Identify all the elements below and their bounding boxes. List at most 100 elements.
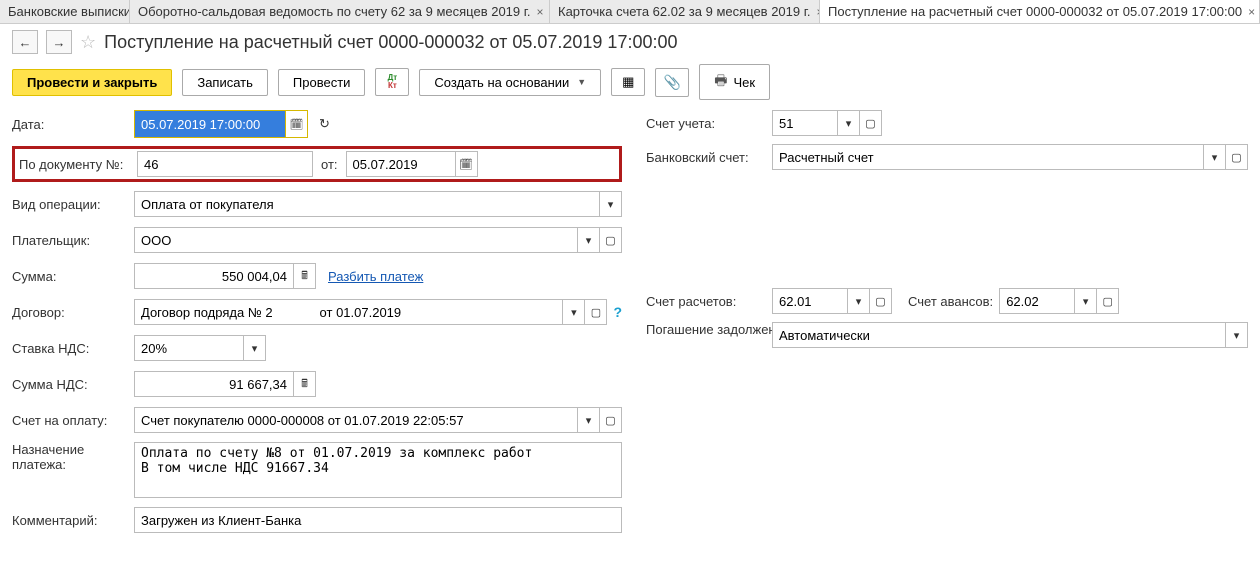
- open-ref-icon[interactable]: ▢: [1097, 288, 1119, 314]
- label-vat-rate: Ставка НДС:: [12, 341, 134, 356]
- advance-acc-input[interactable]: [999, 288, 1075, 314]
- row-account: Счет учета: ▾ ▢: [646, 110, 1248, 136]
- payer-group: ▾ ▢: [134, 227, 622, 253]
- op-type-input[interactable]: [134, 191, 600, 217]
- row-bank-acc: Банковский счет: ▾ ▢: [646, 144, 1248, 170]
- invoice-input[interactable]: [134, 407, 578, 433]
- comment-input[interactable]: [134, 507, 622, 533]
- refresh-icon[interactable]: ↻: [318, 115, 342, 133]
- vat-sum-group: 🖩: [134, 371, 316, 397]
- chevron-down-icon[interactable]: ▾: [244, 335, 266, 361]
- tab-label: Поступление на расчетный счет 0000-00003…: [828, 4, 1242, 19]
- settlement-acc-group: ▾ ▢: [772, 288, 892, 314]
- tab-label: Банковские выписки: [8, 4, 130, 19]
- row-invoice: Счет на оплату: ▾ ▢: [12, 406, 622, 434]
- form-left-column: Дата: 🗓 ↻ По документу №: от: 🗓 Вид опер…: [12, 110, 622, 542]
- split-payment-link[interactable]: Разбить платеж: [328, 269, 423, 284]
- vat-sum-input[interactable]: [134, 371, 294, 397]
- help-icon[interactable]: ?: [613, 304, 622, 320]
- payer-input[interactable]: [134, 227, 578, 253]
- attach-button[interactable]: 📎: [655, 68, 689, 97]
- label-op-type: Вид операции:: [12, 197, 134, 212]
- invoice-group: ▾ ▢: [134, 407, 622, 433]
- open-ref-icon[interactable]: ▢: [600, 227, 622, 253]
- tab-current-doc[interactable]: Поступление на расчетный счет 0000-00003…: [820, 0, 1260, 23]
- label-advance-acc: Счет авансов:: [908, 294, 993, 309]
- cheque-button[interactable]: 🖶 Чек: [699, 64, 770, 100]
- dtkt-icon: ДтКт: [388, 74, 398, 90]
- sum-group: 🖩: [134, 263, 316, 289]
- chevron-down-icon[interactable]: ▾: [1226, 322, 1248, 348]
- header: ← → ☆ Поступление на расчетный счет 0000…: [0, 24, 1260, 60]
- calendar-icon[interactable]: 🗓: [456, 151, 478, 177]
- tab-osv[interactable]: Оборотно-сальдовая ведомость по счету 62…: [130, 0, 550, 23]
- label-from: от:: [321, 157, 338, 172]
- calculator-icon[interactable]: 🖩: [294, 371, 316, 397]
- post-button[interactable]: Провести: [278, 69, 366, 96]
- op-type-group: ▾: [134, 191, 622, 217]
- dtkt-button[interactable]: ДтКт: [375, 68, 409, 96]
- nav-back-button[interactable]: ←: [12, 30, 38, 54]
- open-ref-icon[interactable]: ▢: [870, 288, 892, 314]
- chevron-down-icon[interactable]: ▾: [838, 110, 860, 136]
- label-doc-no: По документу №:: [19, 157, 137, 172]
- chevron-down-icon[interactable]: ▾: [600, 191, 622, 217]
- vat-rate-group: ▾: [134, 335, 266, 361]
- form-right-column: Счет учета: ▾ ▢ Банковский счет: ▾ ▢ Сче…: [646, 110, 1248, 542]
- chevron-down-icon[interactable]: ▾: [1075, 288, 1097, 314]
- account-input[interactable]: [772, 110, 838, 136]
- chevron-down-icon[interactable]: ▾: [563, 299, 585, 325]
- form-area: Дата: 🗓 ↻ По документу №: от: 🗓 Вид опер…: [0, 110, 1260, 542]
- row-contract: Договор: ▾ ▢ ?: [12, 298, 622, 326]
- label-comment: Комментарий:: [12, 513, 134, 528]
- star-icon[interactable]: ☆: [80, 32, 96, 53]
- doc-no-input[interactable]: [137, 151, 313, 177]
- account-group: ▾ ▢: [772, 110, 882, 136]
- nav-forward-button[interactable]: →: [46, 30, 72, 54]
- row-purpose: Назначение платежа:: [12, 442, 622, 498]
- label-date: Дата:: [12, 117, 134, 132]
- tab-bank-statements[interactable]: Банковские выписки ×: [0, 0, 130, 23]
- settlement-acc-input[interactable]: [772, 288, 848, 314]
- label-account: Счет учета:: [646, 116, 766, 131]
- printer-icon: 🖶: [714, 70, 727, 94]
- contract-input[interactable]: [134, 299, 563, 325]
- tab-card[interactable]: Карточка счета 62.02 за 9 месяцев 2019 г…: [550, 0, 820, 23]
- chevron-down-icon[interactable]: ▾: [848, 288, 870, 314]
- grid-icon: ▦: [622, 74, 634, 90]
- registry-button[interactable]: ▦: [611, 68, 645, 96]
- create-based-label: Создать на основании: [434, 75, 569, 90]
- debt-repay-input[interactable]: [772, 322, 1226, 348]
- close-icon[interactable]: ×: [537, 5, 544, 19]
- date-input[interactable]: [135, 111, 285, 137]
- sum-input[interactable]: [134, 263, 294, 289]
- label-invoice: Счет на оплату:: [12, 413, 134, 428]
- chevron-down-icon[interactable]: ▾: [578, 407, 600, 433]
- post-and-close-button[interactable]: Провести и закрыть: [12, 69, 172, 96]
- calculator-icon[interactable]: 🖩: [294, 263, 316, 289]
- paperclip-icon: 📎: [664, 74, 681, 91]
- row-vat-sum: Сумма НДС: 🖩: [12, 370, 622, 398]
- doc-date-input[interactable]: [346, 151, 456, 177]
- bank-acc-input[interactable]: [772, 144, 1204, 170]
- tab-label: Оборотно-сальдовая ведомость по счету 62…: [138, 4, 531, 19]
- open-ref-icon[interactable]: ▢: [1226, 144, 1248, 170]
- chevron-down-icon[interactable]: ▾: [1204, 144, 1226, 170]
- close-icon[interactable]: ×: [1248, 5, 1255, 19]
- purpose-textarea[interactable]: [134, 442, 622, 498]
- open-ref-icon[interactable]: ▢: [585, 299, 607, 325]
- row-sum: Сумма: 🖩 Разбить платеж: [12, 262, 622, 290]
- label-sum: Сумма:: [12, 269, 134, 284]
- highlight-doc-number: По документу №: от: 🗓: [12, 146, 622, 182]
- row-payer: Плательщик: ▾ ▢: [12, 226, 622, 254]
- calendar-icon[interactable]: 🗓: [285, 111, 307, 137]
- open-ref-icon[interactable]: ▢: [860, 110, 882, 136]
- row-comment: Комментарий:: [12, 506, 622, 534]
- open-ref-icon[interactable]: ▢: [600, 407, 622, 433]
- label-purpose: Назначение платежа:: [12, 442, 134, 472]
- tab-bar: Банковские выписки × Оборотно-сальдовая …: [0, 0, 1260, 24]
- create-based-button[interactable]: Создать на основании ▼: [419, 69, 601, 96]
- vat-rate-input[interactable]: [134, 335, 244, 361]
- save-button[interactable]: Записать: [182, 69, 268, 96]
- chevron-down-icon[interactable]: ▾: [578, 227, 600, 253]
